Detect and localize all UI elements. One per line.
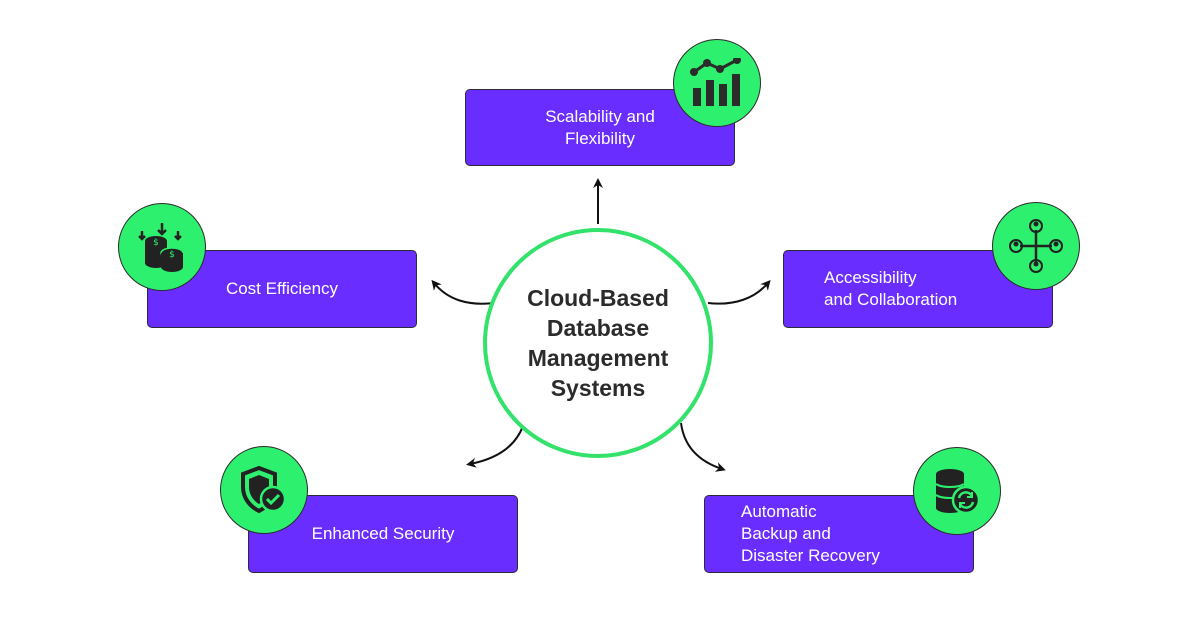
node-label: Automatic Backup and Disaster Recovery	[741, 502, 880, 565]
people-network-icon	[992, 202, 1080, 290]
node-label: Cost Efficiency	[225, 279, 339, 298]
center-title: Cloud-Based Database Management Systems	[527, 285, 669, 401]
arrow-to-security	[466, 425, 524, 468]
node-label: Scalability and Flexibility	[545, 106, 655, 148]
svg-text:$: $	[153, 238, 159, 248]
node-label: Accessibility and Collaboration	[824, 268, 958, 309]
arrow-to-backup	[680, 422, 726, 472]
svg-text:$: $	[169, 250, 175, 260]
database-sync-icon	[913, 447, 1001, 535]
coins-dollar-icon: $ $	[118, 203, 206, 291]
bar-chart-trend-icon	[673, 39, 761, 127]
arrow-to-accessibility	[707, 279, 771, 305]
arrow-to-cost	[431, 279, 496, 305]
shield-check-icon	[220, 446, 308, 534]
node-label: Enhanced Security	[311, 524, 455, 543]
center-topic: Cloud-Based Database Management Systems	[483, 228, 713, 458]
